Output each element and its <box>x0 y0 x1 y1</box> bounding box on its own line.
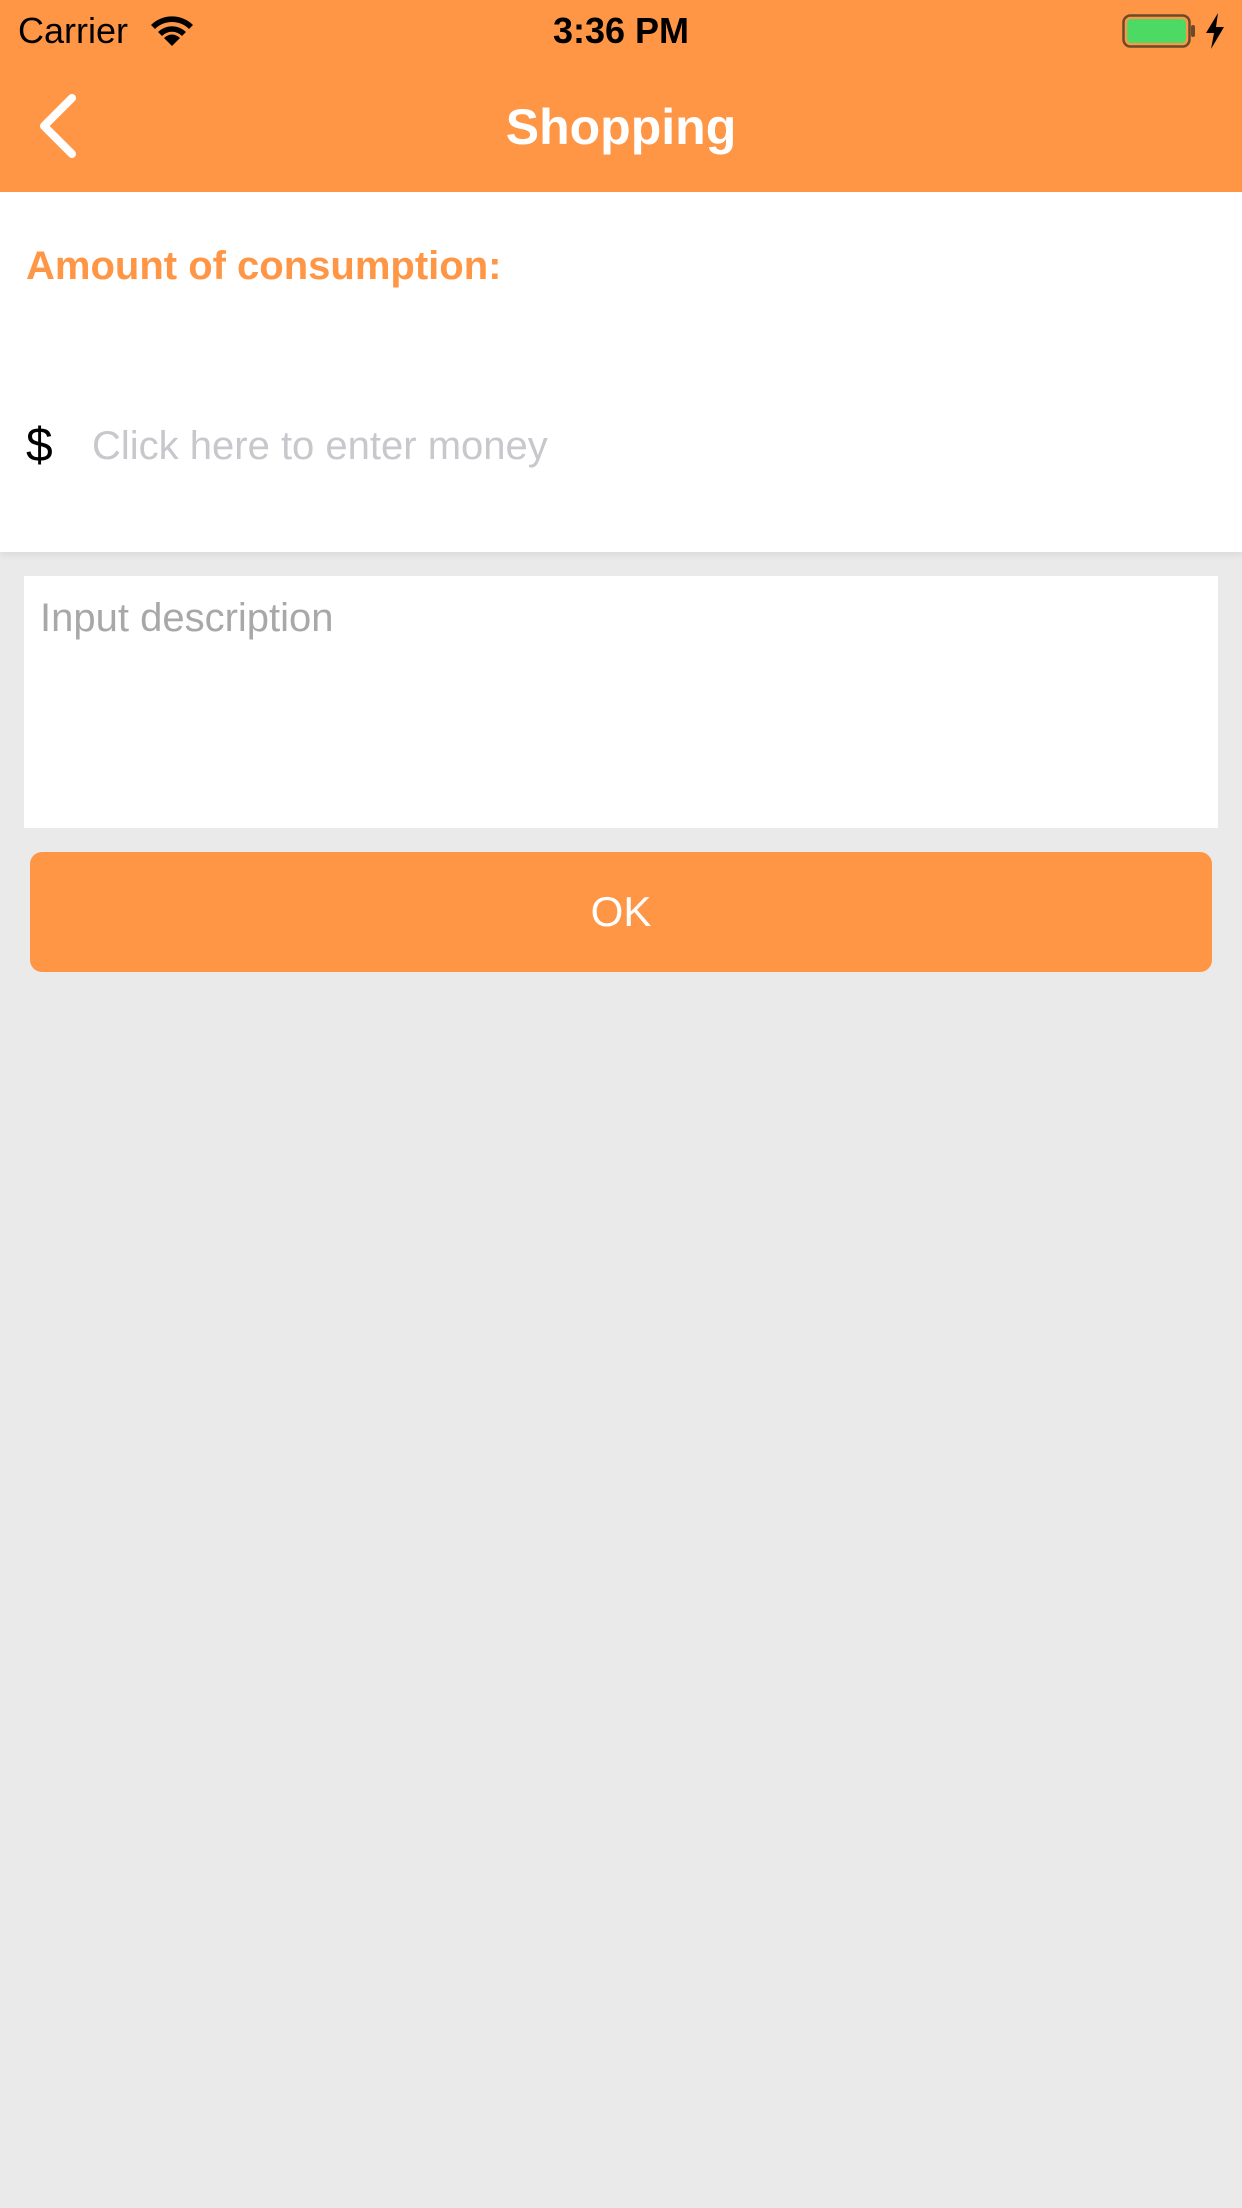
page-title: Shopping <box>505 99 737 155</box>
currency-symbol: $ <box>26 419 53 472</box>
description-box <box>24 576 1218 828</box>
navigation-bar: Shopping <box>0 62 1242 192</box>
charging-bolt-icon <box>1206 13 1224 49</box>
top-bar: Carrier 3:36 PM Shopping <box>0 0 1242 192</box>
amount-label-section: Amount of consumption: <box>0 192 1242 342</box>
status-bar: Carrier 3:36 PM <box>0 0 1242 62</box>
app-screen: Carrier 3:36 PM Shopping Amount of consu… <box>0 0 1242 2208</box>
description-input[interactable] <box>24 576 1218 828</box>
amount-input[interactable] <box>92 410 1212 482</box>
status-time: 3:36 PM <box>552 10 690 51</box>
amount-label: Amount of consumption: <box>26 244 502 288</box>
amount-input-section: $ <box>0 342 1242 552</box>
ok-button[interactable]: OK <box>30 852 1212 972</box>
battery-icon <box>1122 14 1195 48</box>
